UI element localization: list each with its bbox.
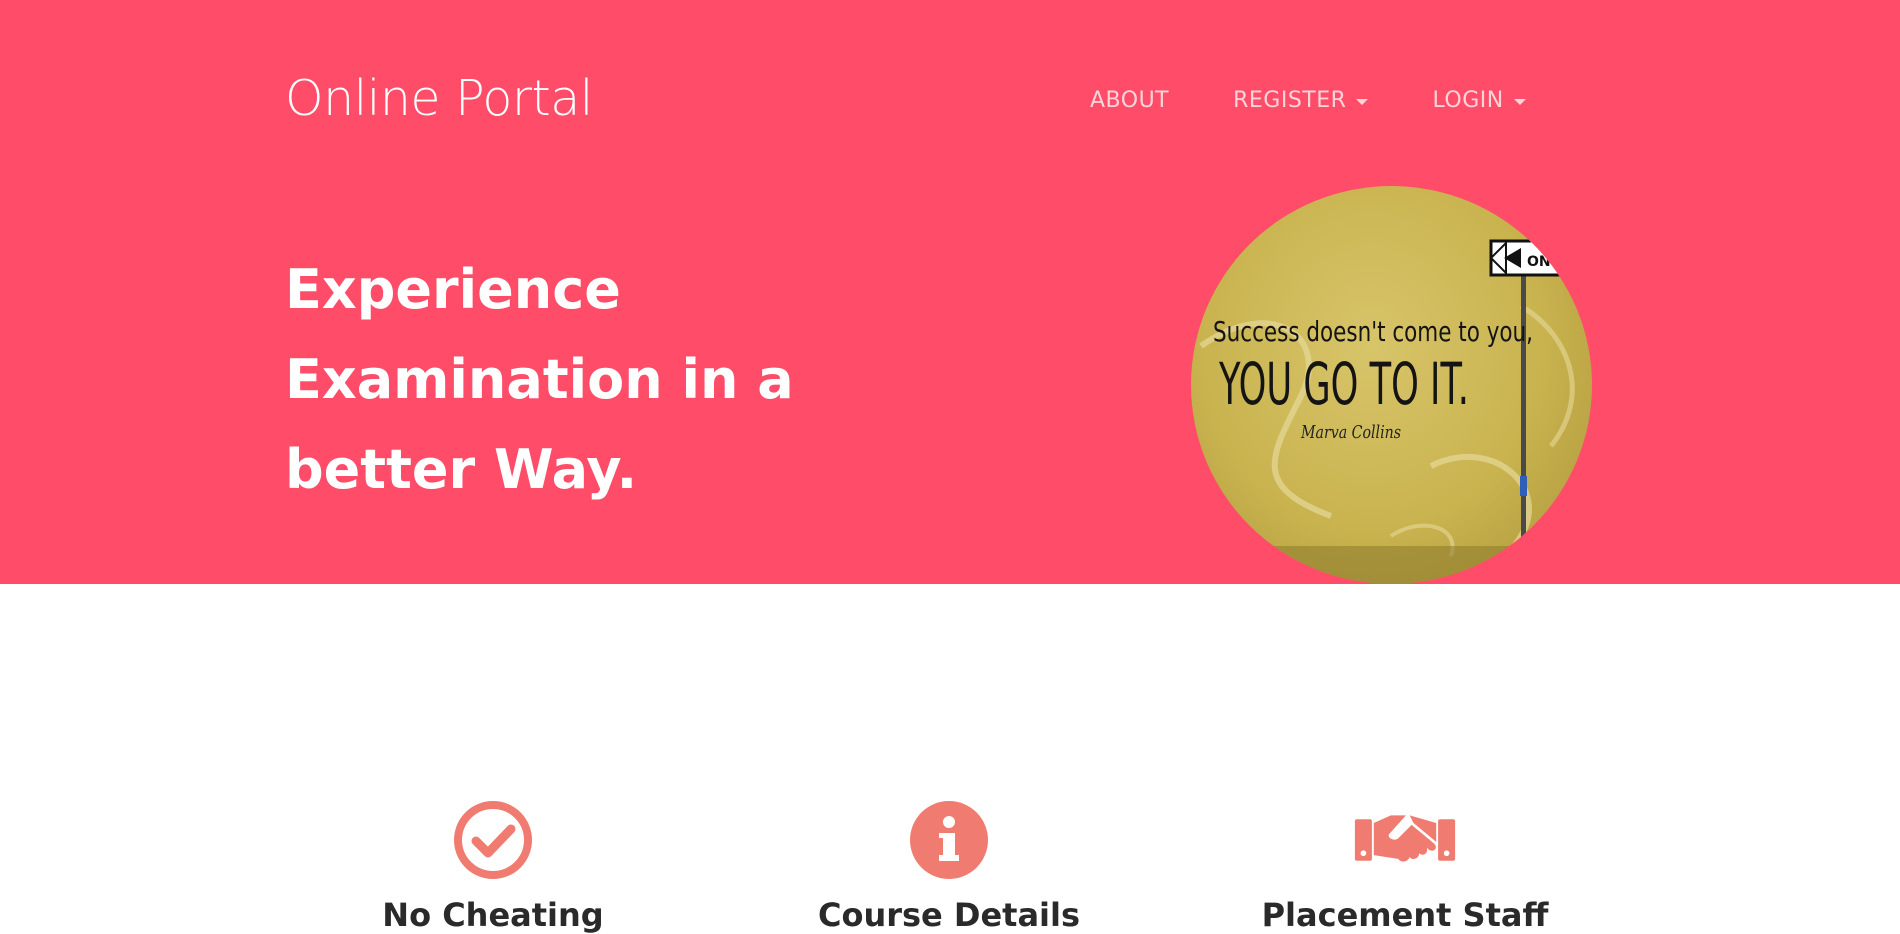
- nav-login-label: LOGIN: [1432, 88, 1504, 113]
- main-nav: ABOUT REGISTER LOGIN: [1090, 88, 1526, 113]
- feature-course-details: Course Details: [769, 800, 1129, 934]
- motivational-quote-image: ONE W Success doesn't come to you, YOU G…: [1191, 186, 1592, 584]
- info-circle-icon: [910, 801, 988, 879]
- feature-title: Course Details: [817, 896, 1081, 934]
- feature-title: No Cheating: [382, 896, 604, 934]
- quote-author: Marva Collins: [1300, 422, 1401, 443]
- feature-placement-staff: Placement Staff: [1225, 800, 1585, 934]
- chevron-down-icon: [1356, 98, 1369, 105]
- hero-section: Online Portal ABOUT REGISTER LOGIN Exper…: [0, 0, 1900, 584]
- nav-about-label: ABOUT: [1090, 88, 1170, 113]
- feature-title: Placement Staff: [1261, 896, 1549, 934]
- hero-headline: Experience Examination in a better Way.: [285, 245, 925, 515]
- quote-line-1: Success doesn't come to you,: [1213, 315, 1533, 348]
- quote-line-2: YOU GO TO IT.: [1218, 350, 1469, 418]
- sign-text: ONE W: [1527, 254, 1581, 270]
- nav-register-label: REGISTER: [1233, 88, 1347, 113]
- headline-line-1: Experience: [285, 258, 621, 321]
- one-way-sign-icon: ONE W: [1489, 239, 1592, 277]
- nav-register-dropdown[interactable]: REGISTER: [1233, 88, 1369, 113]
- headline-line-3: better Way.: [285, 438, 638, 501]
- brand-logo-link[interactable]: Online Portal: [285, 70, 593, 127]
- feature-no-cheating: No Cheating: [313, 800, 673, 934]
- chevron-down-icon: [1513, 98, 1526, 105]
- nav-login-dropdown[interactable]: LOGIN: [1432, 88, 1526, 113]
- headline-line-2: Examination in a: [285, 348, 794, 411]
- nav-about-link[interactable]: ABOUT: [1090, 88, 1169, 113]
- handshake-icon: [1354, 815, 1456, 862]
- check-circle-icon: [454, 801, 532, 879]
